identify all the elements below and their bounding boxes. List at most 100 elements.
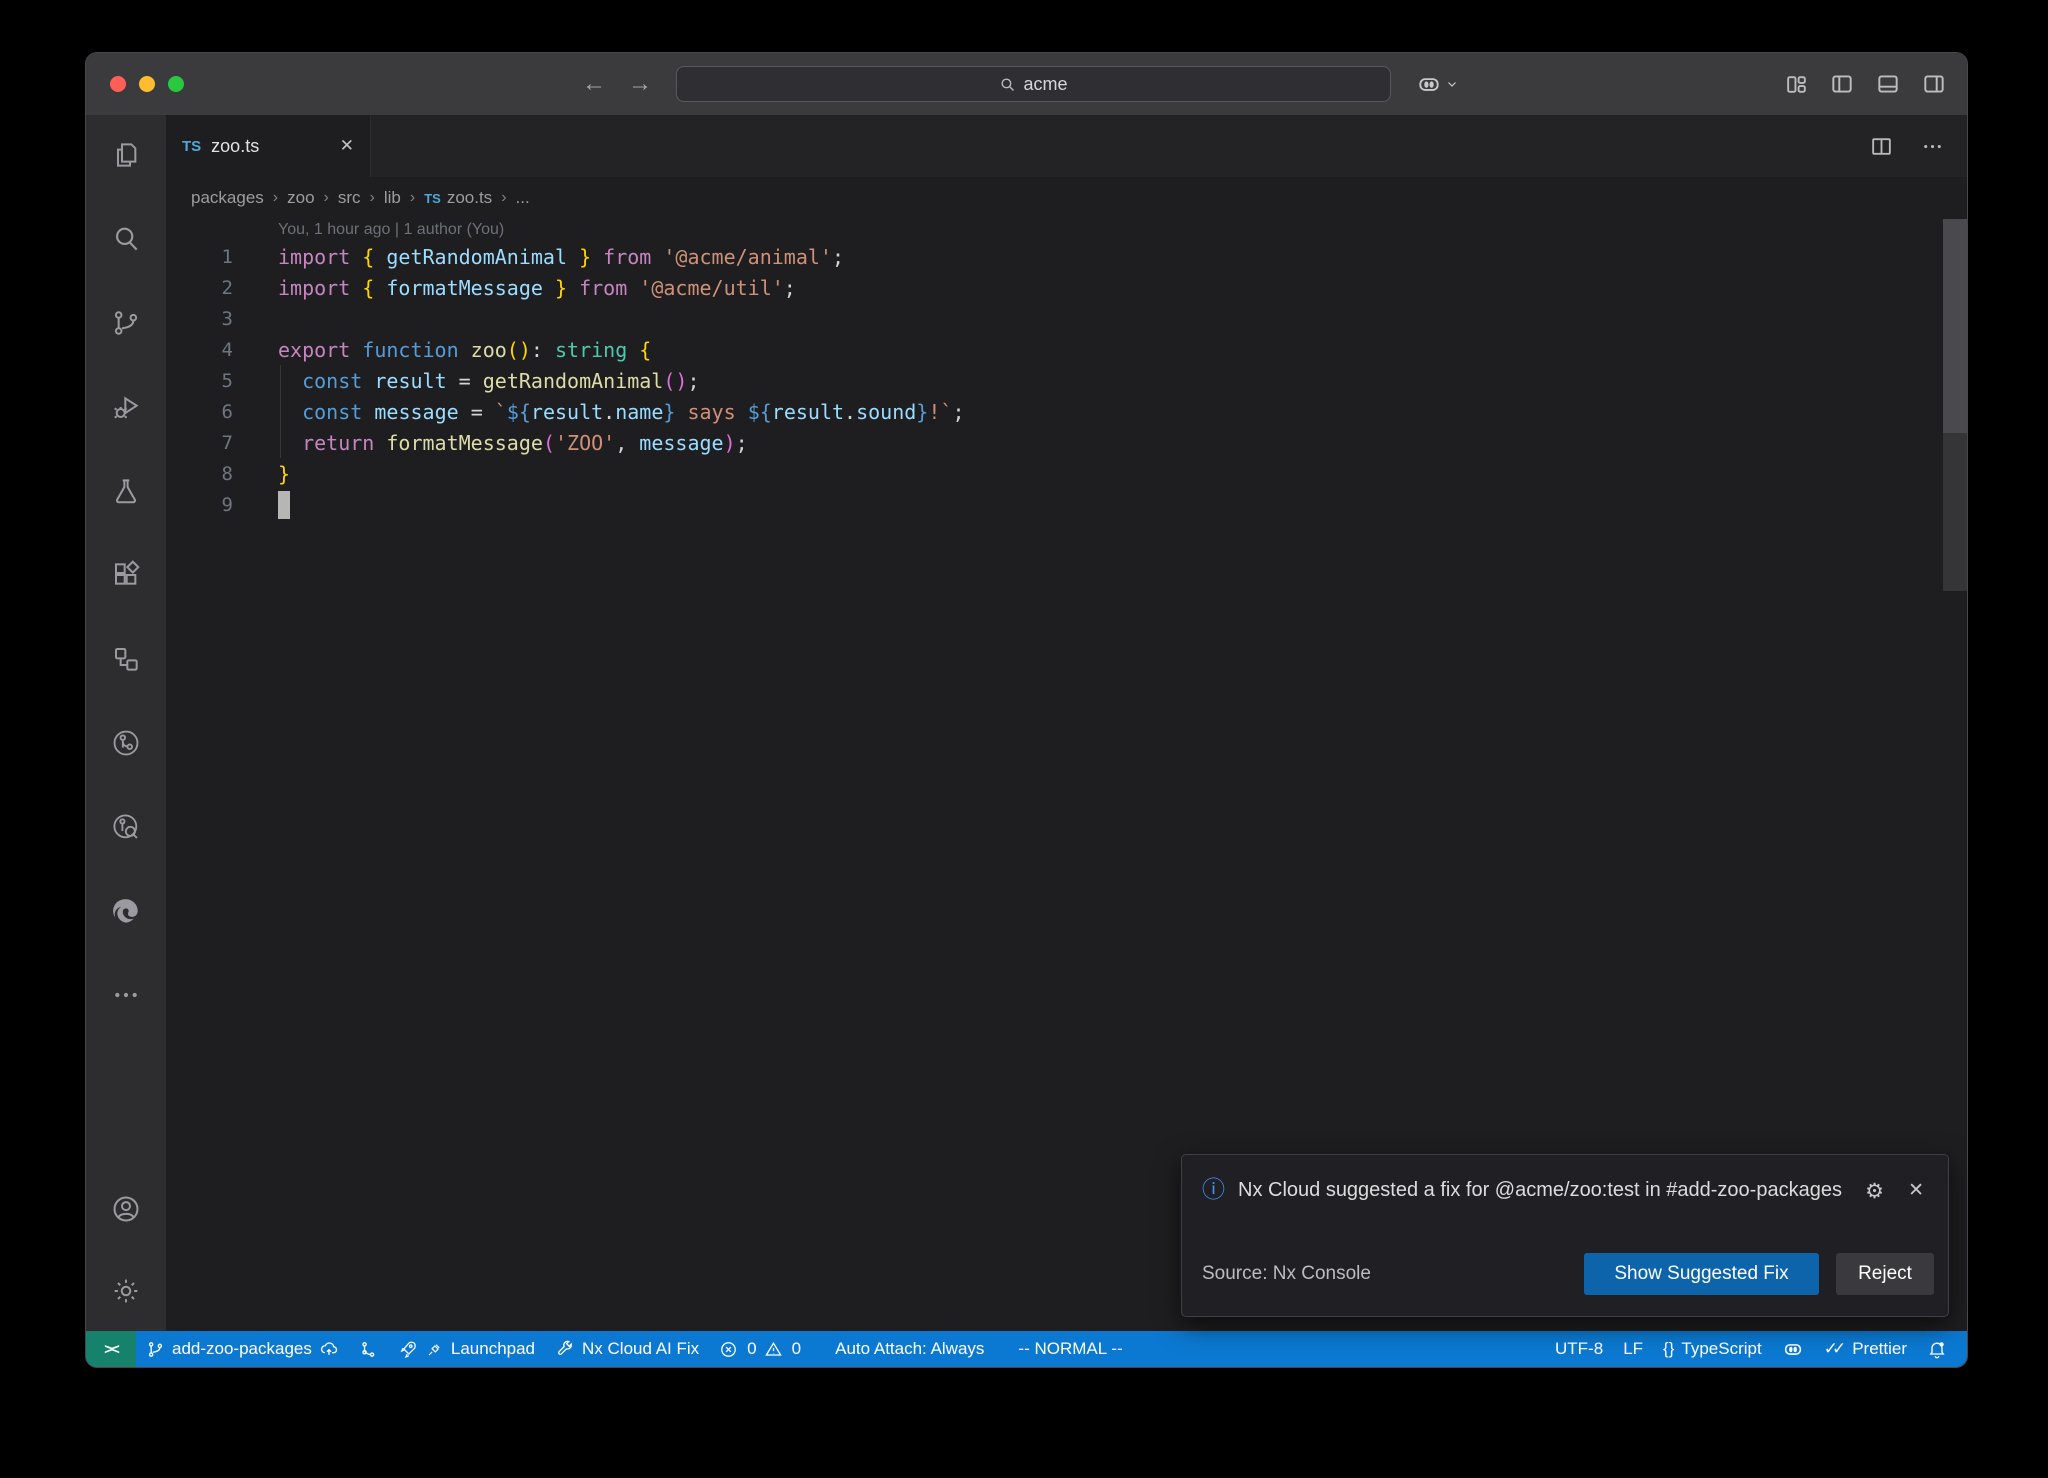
reject-button[interactable]: Reject: [1836, 1253, 1934, 1295]
testing-icon[interactable]: [110, 475, 142, 507]
edge-icon[interactable]: [110, 895, 142, 927]
cloud-upload-icon: [319, 1339, 339, 1359]
toggle-secondary-sidebar-icon[interactable]: [1921, 71, 1947, 97]
toggle-panel-icon[interactable]: [1875, 71, 1901, 97]
auto-attach-label: Auto Attach: Always: [835, 1339, 984, 1359]
remote-indicator[interactable]: ><: [86, 1331, 136, 1367]
graph-search-icon[interactable]: [110, 811, 142, 843]
scrollbar-track[interactable]: [1943, 433, 1967, 591]
graph-status-item[interactable]: [349, 1331, 388, 1367]
code-line-content: return formatMessage('ZOO', message);: [278, 431, 748, 455]
code-line[interactable]: 6 const message = `${result.name} says $…: [166, 396, 1967, 427]
breadcrumb-separator: ›: [273, 189, 278, 207]
close-icon[interactable]: ✕: [340, 136, 354, 156]
info-icon: ⓘ: [1202, 1171, 1225, 1209]
breadcrumb-item[interactable]: src: [338, 188, 361, 208]
remote-icon: ><: [104, 1341, 118, 1358]
line-number: 6: [166, 401, 278, 423]
code-line[interactable]: 3: [166, 303, 1967, 334]
code-line[interactable]: 2import { formatMessage } from '@acme/ut…: [166, 272, 1967, 303]
source-control-icon[interactable]: [110, 307, 142, 339]
problems-status-item[interactable]: 0 0: [709, 1331, 811, 1367]
copilot-icon[interactable]: [1416, 71, 1442, 97]
search-view-icon[interactable]: [110, 223, 142, 255]
branch-status-item[interactable]: add-zoo-packages: [136, 1331, 349, 1367]
close-icon[interactable]: ✕: [1908, 1179, 1924, 1202]
more-views-icon[interactable]: [110, 979, 142, 1011]
formatter-label: Prettier: [1852, 1339, 1907, 1359]
encoding-status-item[interactable]: UTF-8: [1545, 1331, 1613, 1367]
show-suggested-fix-button[interactable]: Show Suggested Fix: [1584, 1253, 1819, 1295]
code-line-content: const message = `${result.name} says ${r…: [278, 400, 964, 424]
notification-message: Nx Cloud suggested a fix for @acme/zoo:t…: [1238, 1171, 1842, 1209]
code-line[interactable]: 8}: [166, 458, 1967, 489]
vscode-window: ← → acme: [85, 52, 1968, 1368]
auto-attach-status-item[interactable]: Auto Attach: Always: [825, 1331, 994, 1367]
vim-mode-status-item[interactable]: -- NORMAL --: [1008, 1331, 1132, 1367]
rocket-icon: [398, 1339, 418, 1359]
vim-block-cursor: [278, 491, 290, 519]
launchpad-status-item[interactable]: Launchpad: [388, 1331, 545, 1367]
code-line[interactable]: 9: [166, 489, 1967, 520]
scrollbar[interactable]: [1943, 219, 1967, 433]
code-line[interactable]: 4export function zoo(): string {: [166, 334, 1967, 365]
ts-file-icon: TS: [182, 138, 201, 155]
breadcrumb-item[interactable]: zoo: [287, 188, 314, 208]
code-line[interactable]: 7 return formatMessage('ZOO', message);: [166, 427, 1967, 458]
customize-layout-icon[interactable]: [1783, 71, 1809, 97]
copilot-status-item[interactable]: [1772, 1331, 1814, 1367]
error-icon: [719, 1340, 738, 1359]
notification-source: Source: Nx Console: [1202, 1263, 1371, 1285]
command-center-search[interactable]: acme: [676, 66, 1391, 102]
tab-zoo-ts[interactable]: TS zoo.ts ✕: [166, 115, 371, 177]
gear-icon[interactable]: ⚙: [1865, 1179, 1884, 1204]
nx-cloud-fix-status-item[interactable]: Nx Cloud AI Fix: [545, 1331, 709, 1367]
breadcrumb-more[interactable]: ...: [516, 188, 530, 208]
tab-bar: TS zoo.ts ✕: [166, 115, 1967, 177]
settings-gear-icon[interactable]: [110, 1275, 142, 1307]
plug-icon: [425, 1340, 444, 1359]
run-debug-icon[interactable]: [110, 391, 142, 423]
breadcrumb-separator: ›: [324, 189, 329, 207]
explorer-icon[interactable]: [110, 139, 142, 171]
commit-graph-icon[interactable]: [110, 727, 142, 759]
forward-arrow[interactable]: →: [628, 70, 652, 98]
language-status-item[interactable]: {} TypeScript: [1653, 1331, 1772, 1367]
breadcrumb-item[interactable]: packages: [191, 188, 264, 208]
eol-status-item[interactable]: LF: [1613, 1331, 1653, 1367]
bell-icon: [1927, 1339, 1947, 1359]
vim-mode-label: -- NORMAL --: [1018, 1339, 1122, 1359]
line-number: 1: [166, 246, 278, 268]
notifications-status-item[interactable]: [1917, 1331, 1957, 1367]
graph-icon: [359, 1340, 378, 1359]
editor-actions-more-icon[interactable]: [1920, 134, 1945, 159]
ts-file-icon: TS: [424, 191, 441, 206]
gitlens-blame: You, 1 hour ago | 1 author (You): [166, 219, 1967, 241]
code-line-content: import { formatMessage } from '@acme/uti…: [278, 276, 796, 300]
encoding-label: UTF-8: [1555, 1339, 1603, 1359]
split-editor-icon[interactable]: [1869, 134, 1894, 159]
breadcrumb-item[interactable]: lib: [384, 188, 401, 208]
indent-guide: [280, 365, 281, 458]
back-arrow[interactable]: ←: [582, 70, 606, 98]
line-number: 7: [166, 432, 278, 454]
code-line-content: [278, 491, 290, 519]
traffic-light-close[interactable]: [110, 76, 126, 92]
wrench-icon: [555, 1339, 575, 1359]
formatter-status-item[interactable]: ✓✓ Prettier: [1814, 1331, 1917, 1367]
traffic-light-maximize[interactable]: [168, 76, 184, 92]
extensions-icon[interactable]: [110, 559, 142, 591]
launchpad-label: Launchpad: [451, 1339, 535, 1359]
git-branch-icon: [146, 1340, 165, 1359]
line-number: 4: [166, 339, 278, 361]
code-line-content: const result = getRandomAnimal();: [278, 369, 700, 393]
account-icon[interactable]: [110, 1193, 142, 1225]
traffic-light-minimize[interactable]: [139, 76, 155, 92]
code-line[interactable]: 1import { getRandomAnimal } from '@acme/…: [166, 241, 1967, 272]
search-icon: [999, 76, 1016, 93]
breadcrumb-separator: ›: [501, 189, 506, 207]
code-line[interactable]: 5 const result = getRandomAnimal();: [166, 365, 1967, 396]
toggle-primary-sidebar-icon[interactable]: [1829, 71, 1855, 97]
hierarchy-icon[interactable]: [110, 643, 142, 675]
breadcrumb-file[interactable]: zoo.ts: [447, 188, 492, 208]
